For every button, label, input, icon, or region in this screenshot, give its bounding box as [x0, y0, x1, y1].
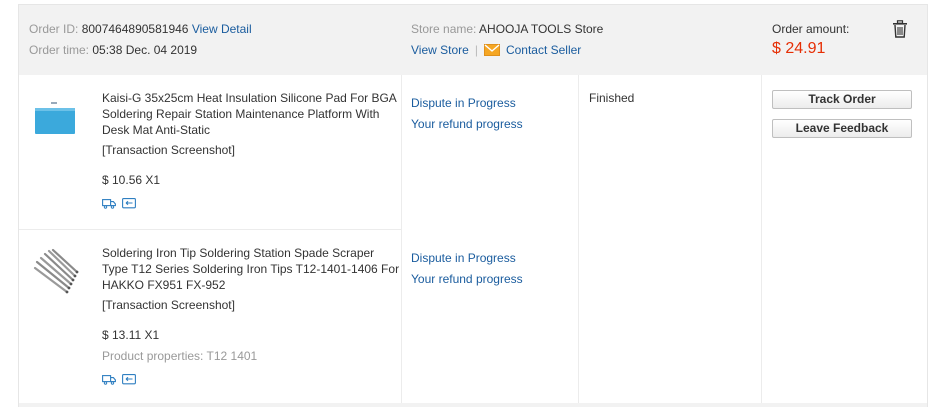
bottom-strip	[19, 403, 927, 407]
order-amount-label: Order amount:	[772, 21, 849, 37]
order-time-value: 05:38 Dec. 04 2019	[92, 43, 198, 57]
item-divider	[19, 229, 401, 230]
contact-seller-link[interactable]: Contact Seller	[506, 43, 581, 57]
store-name-row: Store name: AHOOJA TOOLS Store	[411, 21, 603, 37]
order-id-value: 8007464890581946	[81, 22, 189, 36]
dispute-in-progress-link[interactable]: Dispute in Progress	[411, 250, 516, 266]
order-id-row: Order ID: 8007464890581946 View Detail	[29, 21, 252, 37]
store-name-value: AHOOJA TOOLS Store	[479, 22, 604, 36]
transaction-screenshot-link[interactable]: [Transaction Screenshot]	[102, 142, 235, 158]
link-separator: |	[474, 43, 478, 57]
order-amount-label-text: Order amount:	[772, 22, 850, 36]
product-price: $ 10.56 X1	[102, 173, 161, 187]
shipping-truck-icon[interactable]	[102, 373, 116, 385]
product-title-link[interactable]: Soldering Iron Tip Soldering Station Spa…	[102, 245, 402, 293]
trash-icon[interactable]	[892, 20, 908, 38]
return-icon[interactable]	[122, 197, 136, 209]
transaction-screenshot-link[interactable]: [Transaction Screenshot]	[102, 297, 235, 313]
store-name-label: Store name:	[411, 22, 477, 36]
refund-progress-link[interactable]: Your refund progress	[411, 271, 523, 287]
mail-icon[interactable]	[483, 44, 500, 60]
order-time-label: Order time:	[29, 43, 90, 57]
store-links-row: View Store | Contact Seller	[411, 42, 581, 60]
refund-progress-link[interactable]: Your refund progress	[411, 116, 523, 132]
product-price: $ 13.11 X1	[102, 328, 160, 342]
product-image-silicone-pad[interactable]	[33, 101, 77, 138]
product-title-link[interactable]: Kaisi-G 35x25cm Heat Insulation Silicone…	[102, 90, 402, 138]
order-card: Order ID: 8007464890581946 View Detail O…	[18, 4, 928, 407]
return-icon[interactable]	[122, 373, 136, 385]
order-time-row: Order time: 05:38 Dec. 04 2019	[29, 42, 197, 58]
order-status: Finished	[589, 91, 635, 105]
order-header: Order ID: 8007464890581946 View Detail O…	[19, 5, 927, 75]
order-amount-value: $ 24.91	[772, 40, 826, 57]
track-order-button[interactable]: Track Order	[772, 90, 912, 109]
product-image-soldering-tips[interactable]	[31, 248, 83, 301]
column-divider	[578, 75, 579, 407]
view-store-link[interactable]: View Store	[411, 43, 469, 57]
leave-feedback-button[interactable]: Leave Feedback	[772, 119, 912, 138]
order-id-label: Order ID:	[29, 22, 79, 36]
shipping-truck-icon[interactable]	[102, 197, 116, 209]
view-detail-link[interactable]: View Detail	[192, 22, 252, 36]
dispute-in-progress-link[interactable]: Dispute in Progress	[411, 95, 516, 111]
product-properties: Product properties: T12 1401	[102, 349, 258, 363]
column-divider	[761, 75, 762, 407]
